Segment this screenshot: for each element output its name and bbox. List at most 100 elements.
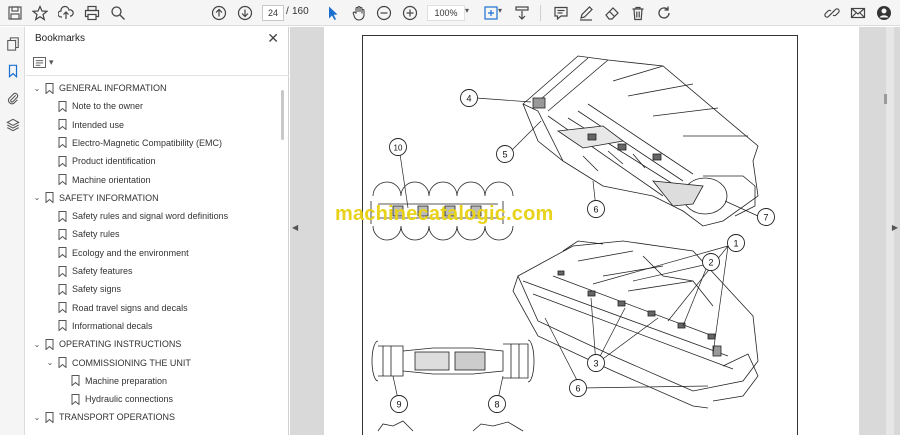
scroll-mode-icon[interactable] — [512, 3, 532, 23]
print-icon[interactable] — [82, 3, 102, 23]
zoom-in-icon[interactable] — [400, 3, 420, 23]
pen-icon[interactable] — [576, 3, 596, 23]
chevron-down-icon[interactable]: ▾ — [465, 6, 469, 15]
bookmark-label: Informational decals — [72, 320, 153, 331]
callout-5: 5 — [496, 145, 514, 163]
chevron-down-icon[interactable]: ⌄ — [32, 193, 42, 202]
bookmark-item[interactable]: ⌄ GENERAL INFORMATION — [32, 79, 167, 97]
expand-right-panel-icon[interactable]: ▶ — [892, 223, 898, 232]
navigation-rail — [0, 27, 25, 435]
bookmark-icon — [58, 320, 67, 332]
callout-label: 1 — [733, 239, 738, 249]
delete-icon[interactable] — [628, 3, 648, 23]
bookmark-item[interactable]: Road travel signs and decals — [45, 299, 188, 317]
zoom-icon[interactable] — [108, 3, 128, 23]
bookmark-icon — [71, 375, 80, 387]
bookmark-item[interactable]: Hydraulic connections — [58, 390, 173, 408]
bookmark-item[interactable]: Electro-Magnetic Compatibility (EMC) — [45, 134, 222, 152]
hand-icon[interactable] — [349, 3, 369, 23]
bookmark-icon — [58, 119, 67, 131]
panel-scrollbar[interactable] — [281, 90, 284, 140]
bookmark-icon — [58, 174, 67, 185]
bookmark-item[interactable]: ⌄ OPERATING INSTRUCTIONS — [32, 335, 181, 353]
bookmark-item[interactable]: Safety rules and signal word definitions — [45, 207, 228, 225]
callout-7: 7 — [757, 208, 775, 226]
zoom-level[interactable]: 100% — [427, 5, 465, 21]
bookmark-label: OPERATING INSTRUCTIONS — [59, 339, 182, 350]
technical-drawing: 4 5 6 7 10 1 2 3 6 9 8 — [370, 55, 775, 432]
callout-3: 3 — [587, 354, 605, 372]
close-icon[interactable]: ✕ — [267, 30, 279, 47]
attachment-icon[interactable] — [4, 89, 21, 106]
chevron-down-icon[interactable]: ▾ — [498, 6, 502, 15]
bookmark-item[interactable]: Note to the owner — [45, 97, 143, 115]
chevron-down-icon[interactable]: ⌄ — [32, 413, 42, 422]
mail-icon[interactable] — [848, 3, 868, 23]
callout-8: 8 — [488, 395, 506, 413]
bookmark-item[interactable]: Safety signs — [45, 280, 121, 298]
vertical-scrollbar-thumb[interactable] — [884, 94, 887, 104]
bookmark-icon — [58, 247, 67, 259]
bookmark-label: Safety signs — [72, 284, 122, 295]
drawing-top-machine — [522, 55, 759, 227]
bookmark-label: COMMISSIONING THE UNIT — [72, 357, 191, 368]
callout-6a: 6 — [587, 200, 605, 218]
chevron-down-icon[interactable]: ⌄ — [45, 358, 55, 367]
upload-icon[interactable] — [56, 3, 76, 23]
bookmark-item[interactable]: Product identification — [45, 152, 156, 170]
drawing-pto-shaft — [371, 339, 535, 383]
bookmark-icon — [45, 338, 54, 350]
bookmark-label: Safety rules and signal word definitions — [72, 211, 229, 222]
bookmark-icon — [58, 228, 67, 240]
star-icon[interactable] — [30, 3, 50, 23]
comment-icon[interactable] — [551, 3, 571, 23]
next-page-icon[interactable] — [235, 3, 255, 23]
zoom-out-icon[interactable] — [374, 3, 394, 23]
chevron-down-icon: ▾ — [49, 56, 54, 67]
bookmark-icon — [58, 283, 67, 295]
bookmark-item[interactable]: Intended use — [45, 116, 124, 134]
prev-page-icon[interactable] — [209, 3, 229, 23]
eraser-icon[interactable] — [602, 3, 622, 23]
bookmark-item[interactable]: ⌄ SAFETY INFORMATION — [32, 189, 159, 207]
bookmark-item[interactable]: Safety features — [45, 262, 133, 280]
select-cursor-icon[interactable] — [323, 3, 343, 23]
chevron-down-icon[interactable]: ⌄ — [32, 84, 42, 93]
drawing-bottom-machine — [512, 240, 759, 409]
bookmark-icon — [45, 82, 54, 94]
chevron-down-icon[interactable]: ⌄ — [32, 340, 42, 349]
callout-10: 10 — [389, 138, 407, 156]
bookmark-item[interactable]: Machine preparation — [58, 372, 167, 390]
bookmark-icon — [58, 100, 67, 112]
callout-label: 9 — [396, 400, 401, 410]
bookmark-icon — [58, 265, 67, 277]
bookmark-item[interactable]: Ecology and the environment — [45, 244, 189, 262]
page-number-input[interactable]: 24 — [262, 5, 284, 21]
bookmark-label: Hydraulic connections — [85, 394, 174, 405]
layers-icon[interactable] — [4, 116, 21, 133]
bookmark-item[interactable]: Informational decals — [45, 317, 153, 335]
bookmark-item[interactable]: ⌄ TRANSPORT OPERATIONS — [32, 408, 175, 426]
bookmark-item[interactable]: Machine orientation — [45, 171, 151, 189]
callout-label: 6 — [575, 384, 580, 394]
rotate-icon[interactable] — [654, 3, 674, 23]
bookmark-icon — [45, 192, 54, 204]
bookmark-icon[interactable] — [4, 62, 21, 79]
bookmark-item[interactable]: ⌄ COMMISSIONING THE UNIT — [45, 354, 191, 372]
drawing-partial-bottom — [377, 420, 524, 432]
toolbar-divider — [540, 5, 541, 21]
page-border: 4 5 6 7 10 1 2 3 6 9 8 — [362, 35, 798, 435]
link-icon[interactable] — [822, 3, 842, 23]
page-thumbnails-icon[interactable] — [4, 35, 21, 52]
bookmark-icon — [58, 137, 67, 149]
bookmarks-panel: Bookmarks ✕ ▾ ⌄ GENERAL INFORMATION Note t… — [26, 27, 289, 435]
bookmark-label: Product identification — [72, 156, 156, 167]
bookmark-item[interactable]: Safety rules — [45, 225, 120, 243]
bookmark-options-button[interactable]: ▾ — [33, 54, 55, 70]
collapse-panel-icon[interactable]: ◀ — [292, 223, 298, 232]
account-icon[interactable] — [874, 3, 894, 23]
bookmark-label: Machine orientation — [72, 174, 151, 185]
total-pages: 160 — [292, 6, 309, 17]
save-icon[interactable] — [5, 3, 25, 23]
callout-2: 2 — [702, 253, 720, 271]
